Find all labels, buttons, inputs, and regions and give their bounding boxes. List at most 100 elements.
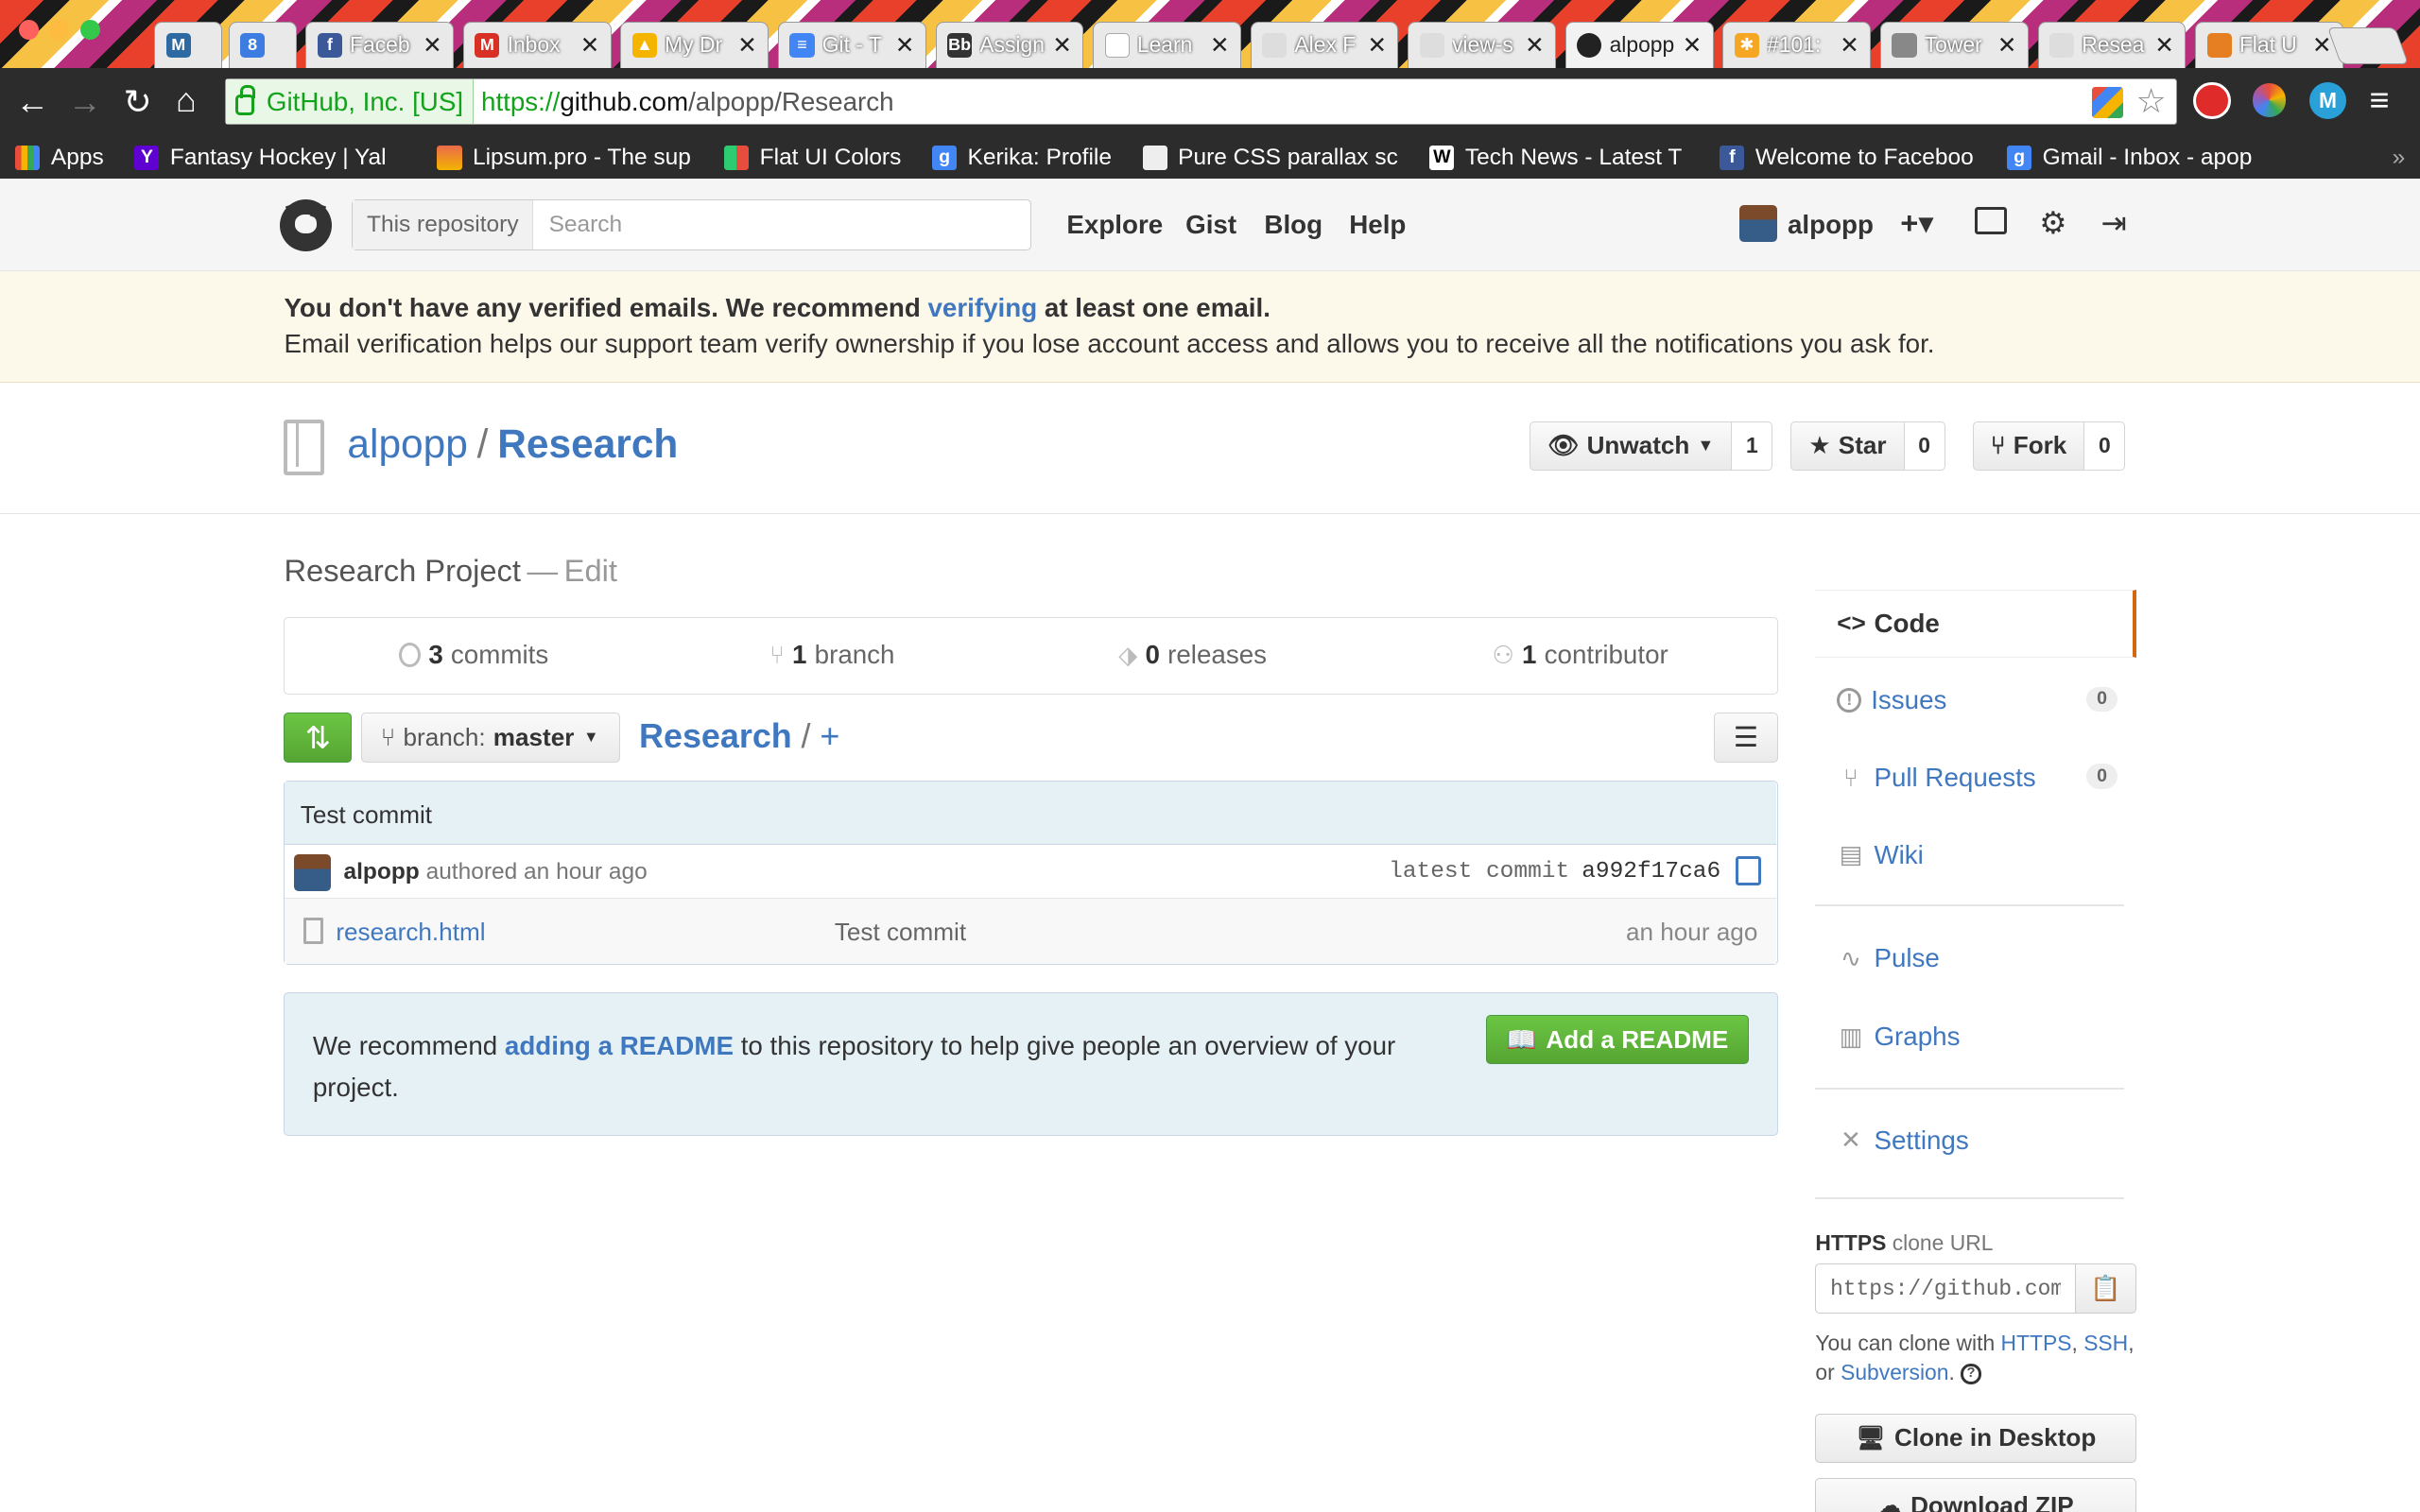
adding-readme-link[interactable]: adding a README: [505, 1031, 734, 1060]
file-name-link[interactable]: research.html: [336, 918, 485, 947]
bookmark-item[interactable]: Pure CSS parallax sc: [1142, 145, 1399, 171]
close-tab-icon[interactable]: ✕: [1683, 31, 1703, 60]
create-new-plus-icon[interactable]: +▾: [1900, 205, 1933, 241]
commit-author-link[interactable]: alpopp: [344, 859, 420, 885]
bookmark-item[interactable]: f Welcome to Faceboo: [1720, 145, 1976, 171]
clone-subversion-link[interactable]: Subversion: [1841, 1360, 1948, 1384]
github-octocat-logo-icon[interactable]: [279, 198, 333, 252]
nav-explore[interactable]: Explore: [1066, 210, 1163, 240]
clone-url-input[interactable]: [1815, 1263, 2075, 1314]
back-arrow-icon[interactable]: ←: [15, 82, 49, 122]
commits-link[interactable]: 3 commits: [399, 640, 548, 670]
search-input[interactable]: [545, 209, 1010, 240]
forks-count[interactable]: 0: [2084, 421, 2126, 472]
settings-gear-icon[interactable]: ⚙: [2039, 205, 2066, 241]
address-bar[interactable]: GitHub, Inc. [US] https://github.com/alp…: [225, 78, 2177, 126]
new-tab-button[interactable]: [2326, 27, 2410, 65]
repo-search-box[interactable]: This repository: [352, 198, 1031, 250]
nav-help[interactable]: Help: [1349, 210, 1406, 240]
commit-author-avatar[interactable]: [294, 854, 332, 892]
sidebar-item-settings[interactable]: ✕ Settings: [1815, 1107, 2136, 1175]
adblock-icon[interactable]: [2193, 81, 2231, 119]
commit-sha-link[interactable]: a992f17ca6: [1582, 859, 1720, 885]
close-tab-icon[interactable]: ✕: [1525, 31, 1545, 60]
list-view-button[interactable]: ☰: [1713, 713, 1779, 763]
inbox-notifications-icon[interactable]: [1974, 206, 2007, 235]
bookmark-item[interactable]: Y Fantasy Hockey | Yal: [134, 145, 406, 171]
latest-commit-message[interactable]: Test commit: [285, 782, 1776, 846]
close-tab-icon[interactable]: ✕: [2312, 31, 2332, 60]
browser-tab[interactable]: ≡ Git - T ✕: [778, 21, 926, 68]
clone-https-link[interactable]: HTTPS: [2001, 1331, 2072, 1355]
nav-gist[interactable]: Gist: [1185, 210, 1236, 240]
download-zip-button[interactable]: ☁ Download ZIP: [1815, 1478, 2137, 1512]
close-tab-icon[interactable]: ✕: [2154, 31, 2174, 60]
bookmark-item[interactable]: W Tech News - Latest T: [1429, 145, 1688, 171]
avatar[interactable]: [1739, 205, 1777, 243]
browser-tab[interactable]: Tower ✕: [1879, 21, 2029, 68]
branch-select-menu[interactable]: ⑂ branch: master ▼: [361, 713, 621, 763]
menu-icon[interactable]: ≡: [2370, 80, 2390, 120]
browser-tab[interactable]: ✱ #101: ✕: [1722, 21, 1872, 68]
sidebar-item-wiki[interactable]: ▤ Wiki: [1815, 821, 2136, 889]
extension-m-icon[interactable]: M: [2308, 81, 2347, 119]
bookmark-star-icon[interactable]: ☆: [2136, 81, 2167, 121]
close-tab-icon[interactable]: ✕: [1052, 31, 1072, 60]
stargazers-count[interactable]: 0: [1904, 421, 1945, 472]
bookmark-item[interactable]: Lipsum.pro - The sup: [437, 145, 693, 171]
bookmarks-overflow-button[interactable]: »: [2393, 145, 2406, 171]
browser-tab[interactable]: Flat U ✕: [2195, 21, 2343, 68]
breadcrumb-repo-link[interactable]: Research: [639, 716, 792, 755]
fork-button[interactable]: ⑂ Fork: [1972, 421, 2085, 472]
repo-owner-link[interactable]: alpopp: [347, 421, 467, 466]
file-commit-message[interactable]: Test commit: [835, 918, 966, 947]
repo-name-link[interactable]: Research: [497, 421, 678, 466]
close-tab-icon[interactable]: ✕: [1840, 31, 1859, 60]
bookmark-item[interactable]: Flat UI Colors: [724, 145, 901, 171]
branches-link[interactable]: ⑂ 1 branch: [769, 640, 894, 670]
nav-blog[interactable]: Blog: [1264, 210, 1322, 240]
close-tab-icon[interactable]: ✕: [895, 31, 915, 60]
browser-tab-active[interactable]: alpopp ✕: [1564, 21, 1714, 68]
close-tab-icon[interactable]: ✕: [423, 31, 442, 60]
clone-ssh-link[interactable]: SSH: [2083, 1331, 2128, 1355]
browser-tab[interactable]: M Inbox ✕: [462, 21, 612, 68]
browser-tab[interactable]: Resea ✕: [2037, 21, 2187, 68]
sidebar-item-pulse[interactable]: ∿ Pulse: [1815, 924, 2136, 992]
releases-link[interactable]: ⬗ 0 releases: [1118, 640, 1267, 670]
browser-tab[interactable]: Bb Assign ✕: [935, 21, 1084, 68]
bookmark-item[interactable]: g Kerika: Profile: [931, 145, 1112, 171]
close-tab-icon[interactable]: ✕: [1210, 31, 1230, 60]
copy-clone-url-button[interactable]: 📋: [2074, 1263, 2137, 1314]
question-help-icon[interactable]: ?: [1961, 1364, 1981, 1384]
ev-certificate-badge[interactable]: GitHub, Inc. [US]: [226, 79, 474, 125]
home-icon[interactable]: ⌂: [176, 80, 197, 120]
sidebar-item-code[interactable]: <> Code: [1815, 589, 2137, 658]
close-tab-icon[interactable]: ✕: [1997, 31, 2017, 60]
browser-tab[interactable]: ▲ My Dr ✕: [620, 21, 769, 68]
close-tab-icon[interactable]: ✕: [737, 31, 757, 60]
browser-tab[interactable]: view-s ✕: [1408, 21, 1557, 68]
forward-arrow-icon[interactable]: →: [68, 82, 102, 122]
close-tab-icon[interactable]: ✕: [1368, 31, 1388, 60]
sidebar-item-issues[interactable]: ! Issues 0: [1815, 666, 2136, 734]
copy-sha-clipboard-icon[interactable]: [1736, 855, 1761, 885]
clone-in-desktop-button[interactable]: 🖥 Clone in Desktop: [1815, 1413, 2137, 1464]
browser-tab[interactable]: M: [154, 21, 223, 68]
browser-tab[interactable]: 8: [228, 21, 297, 68]
verifying-link[interactable]: verifying: [928, 293, 1038, 322]
username-link[interactable]: alpopp: [1788, 210, 1874, 240]
edit-description-link[interactable]: Edit: [564, 553, 617, 588]
sign-out-icon[interactable]: ⇥: [2101, 205, 2127, 241]
sidebar-item-graphs[interactable]: ▥ Graphs: [1815, 1003, 2136, 1071]
watchers-count[interactable]: 1: [1732, 421, 1773, 472]
browser-tab[interactable]: Alex F ✕: [1250, 21, 1399, 68]
sidebar-item-pull-requests[interactable]: ⑂ Pull Requests 0: [1815, 744, 2136, 812]
reload-icon[interactable]: ↻: [124, 82, 152, 122]
close-tab-icon[interactable]: ✕: [580, 31, 600, 60]
browser-tab[interactable]: Learn ✕: [1093, 21, 1241, 68]
star-button[interactable]: ★ Star: [1790, 421, 1905, 472]
unwatch-button[interactable]: 👁 Unwatch ▼: [1530, 421, 1733, 472]
compare-review-button[interactable]: ⇅: [284, 713, 353, 763]
bookmark-apps[interactable]: Apps: [15, 145, 104, 171]
